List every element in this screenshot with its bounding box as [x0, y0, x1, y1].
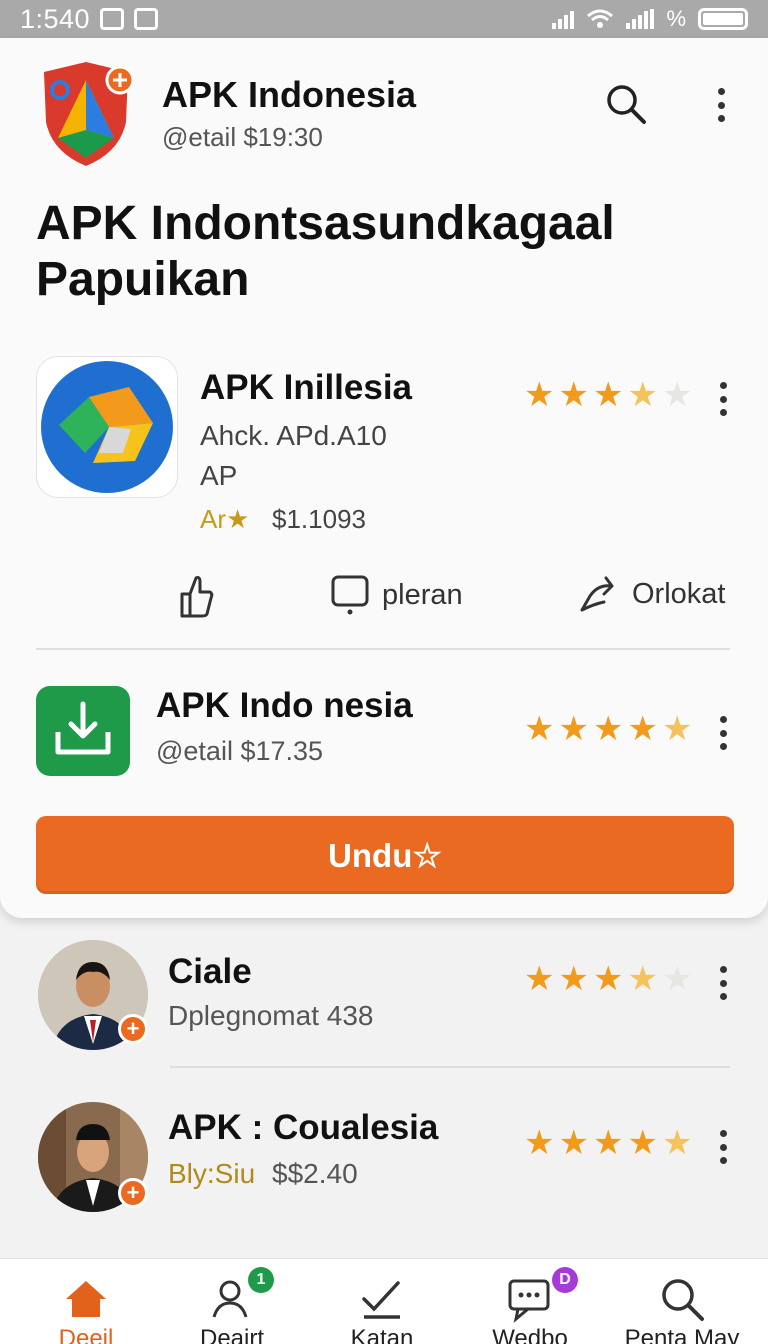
featured-app-name[interactable]: APK Inillesia [200, 368, 412, 408]
header-title: APK Indonesia [162, 74, 417, 115]
chat-icon [508, 1279, 550, 1323]
star-icon: ★ [627, 710, 658, 748]
list-item-name[interactable]: Ciale [168, 952, 252, 992]
list-item-rating: ★ ★ ★ ★ ★ [524, 1126, 692, 1160]
gallery-icon [100, 8, 125, 30]
star-icon: ★ [627, 1124, 658, 1162]
notification-badge: 1 [248, 1267, 274, 1293]
battery-icon [698, 8, 748, 30]
action-bar: pleran Orlokat [36, 568, 732, 628]
list-item-rating: ★ ★ ★ ★ ★ [524, 962, 692, 996]
nav-item-tasks[interactable]: Katan [312, 1259, 452, 1344]
star-icon: ★ [524, 1124, 555, 1162]
star-icon: ★ [592, 1124, 624, 1162]
header-subtitle: @etail $19:30 [162, 122, 323, 152]
second-app-rating: ★ ★ ★ ★ ★ [524, 712, 692, 746]
download-button[interactable]: Undu☆ [36, 816, 734, 894]
divider [170, 1066, 730, 1068]
battery-percent: % [666, 6, 686, 31]
list-item-name[interactable]: APK : Coualesia [168, 1108, 438, 1148]
home-icon [66, 1281, 106, 1317]
second-app-subtitle: @etail $17.35 [156, 736, 324, 766]
add-badge-icon[interactable]: + [118, 1178, 148, 1208]
comment-button[interactable]: pleran [330, 574, 463, 616]
comment-label: pleran [382, 578, 463, 611]
list-item-tag: Bly:Siu [168, 1158, 256, 1189]
app-graphic-icon [41, 361, 173, 493]
star-icon: ★ [558, 376, 589, 414]
search-icon[interactable] [604, 82, 648, 126]
image-icon [134, 8, 159, 30]
comment-icon [331, 575, 369, 615]
status-bar: 1:540 % [0, 0, 768, 38]
list-item-menu-icon[interactable] [718, 966, 728, 1000]
list-item-price: $$2.40 [272, 1158, 358, 1189]
add-badge-icon[interactable]: + [118, 1014, 148, 1044]
nav-item-search[interactable]: Penta May [612, 1259, 752, 1344]
nav-label: Katan [350, 1325, 414, 1344]
signal-icon [552, 9, 575, 29]
share-label: Orlokat [632, 577, 726, 610]
star-icon: ★ [627, 960, 658, 998]
featured-app-category: AP [200, 460, 238, 491]
nav-label: Deeil [58, 1325, 114, 1344]
star-icon: ★ [524, 960, 555, 998]
list-item-subtitle: Dplegnomat 438 [168, 1000, 374, 1031]
nav-label: Penta May [624, 1325, 740, 1344]
featured-app-rating: ★ ★ ★ ★ ★ [524, 378, 692, 412]
featured-app-version: Ahck. APd.A10 [200, 420, 387, 451]
star-icon: ★ [558, 1124, 589, 1162]
download-app-icon[interactable] [36, 686, 130, 776]
notification-badge: D [552, 1267, 578, 1293]
divider [36, 648, 730, 650]
share-button[interactable]: Orlokat [578, 574, 725, 614]
featured-app-icon[interactable] [36, 356, 178, 498]
page-title: APK Indontsasundkagaal Papuikan [36, 197, 615, 306]
search-icon [662, 1279, 704, 1321]
star-icon: ★ [524, 710, 555, 748]
app-logo-icon [44, 62, 132, 166]
star-icon: ★ [592, 710, 624, 748]
nav-item-messages[interactable]: D Wedbo [460, 1259, 600, 1344]
app-detail-card: APK Indonesia @etail $19:30 APK Indontsa… [0, 38, 768, 918]
check-edit-icon [362, 1281, 400, 1319]
star-icon: ★ [558, 710, 589, 748]
second-app-menu-icon[interactable] [718, 716, 728, 750]
nav-item-home[interactable]: Deeil [16, 1259, 156, 1344]
nav-label: Deairt [199, 1325, 265, 1344]
share-icon [580, 576, 614, 612]
signal-strength-icon [626, 9, 655, 29]
like-button[interactable] [178, 574, 214, 618]
thumbs-up-icon [180, 576, 214, 618]
star-icon: ★ [592, 960, 624, 998]
star-icon: ★ [558, 960, 589, 998]
featured-app-price: $1.1093 [272, 504, 366, 534]
featured-app-badge: Ar★ [200, 504, 250, 534]
star-icon: ★ [524, 376, 555, 414]
second-app-name[interactable]: APK Indo nesia [156, 686, 413, 726]
bottom-navigation: Deeil 1 Deairt Katan D Wedbo Penta May [0, 1258, 768, 1344]
star-icon: ★ [661, 1124, 693, 1162]
star-icon: ★ [661, 960, 693, 998]
star-icon: ★ [661, 710, 693, 748]
wifi-icon [587, 9, 614, 28]
star-icon: ★ [627, 376, 658, 414]
status-time: 1:540 [20, 3, 91, 34]
download-icon [55, 701, 111, 755]
more-options-icon[interactable] [716, 88, 726, 122]
featured-app-menu-icon[interactable] [718, 382, 728, 416]
list-item-menu-icon[interactable] [718, 1130, 728, 1164]
star-icon: ★ [592, 376, 624, 414]
nav-label: Wedbo [492, 1325, 568, 1344]
star-icon: ★ [661, 376, 693, 414]
nav-item-profile[interactable]: 1 Deairt [162, 1259, 302, 1344]
